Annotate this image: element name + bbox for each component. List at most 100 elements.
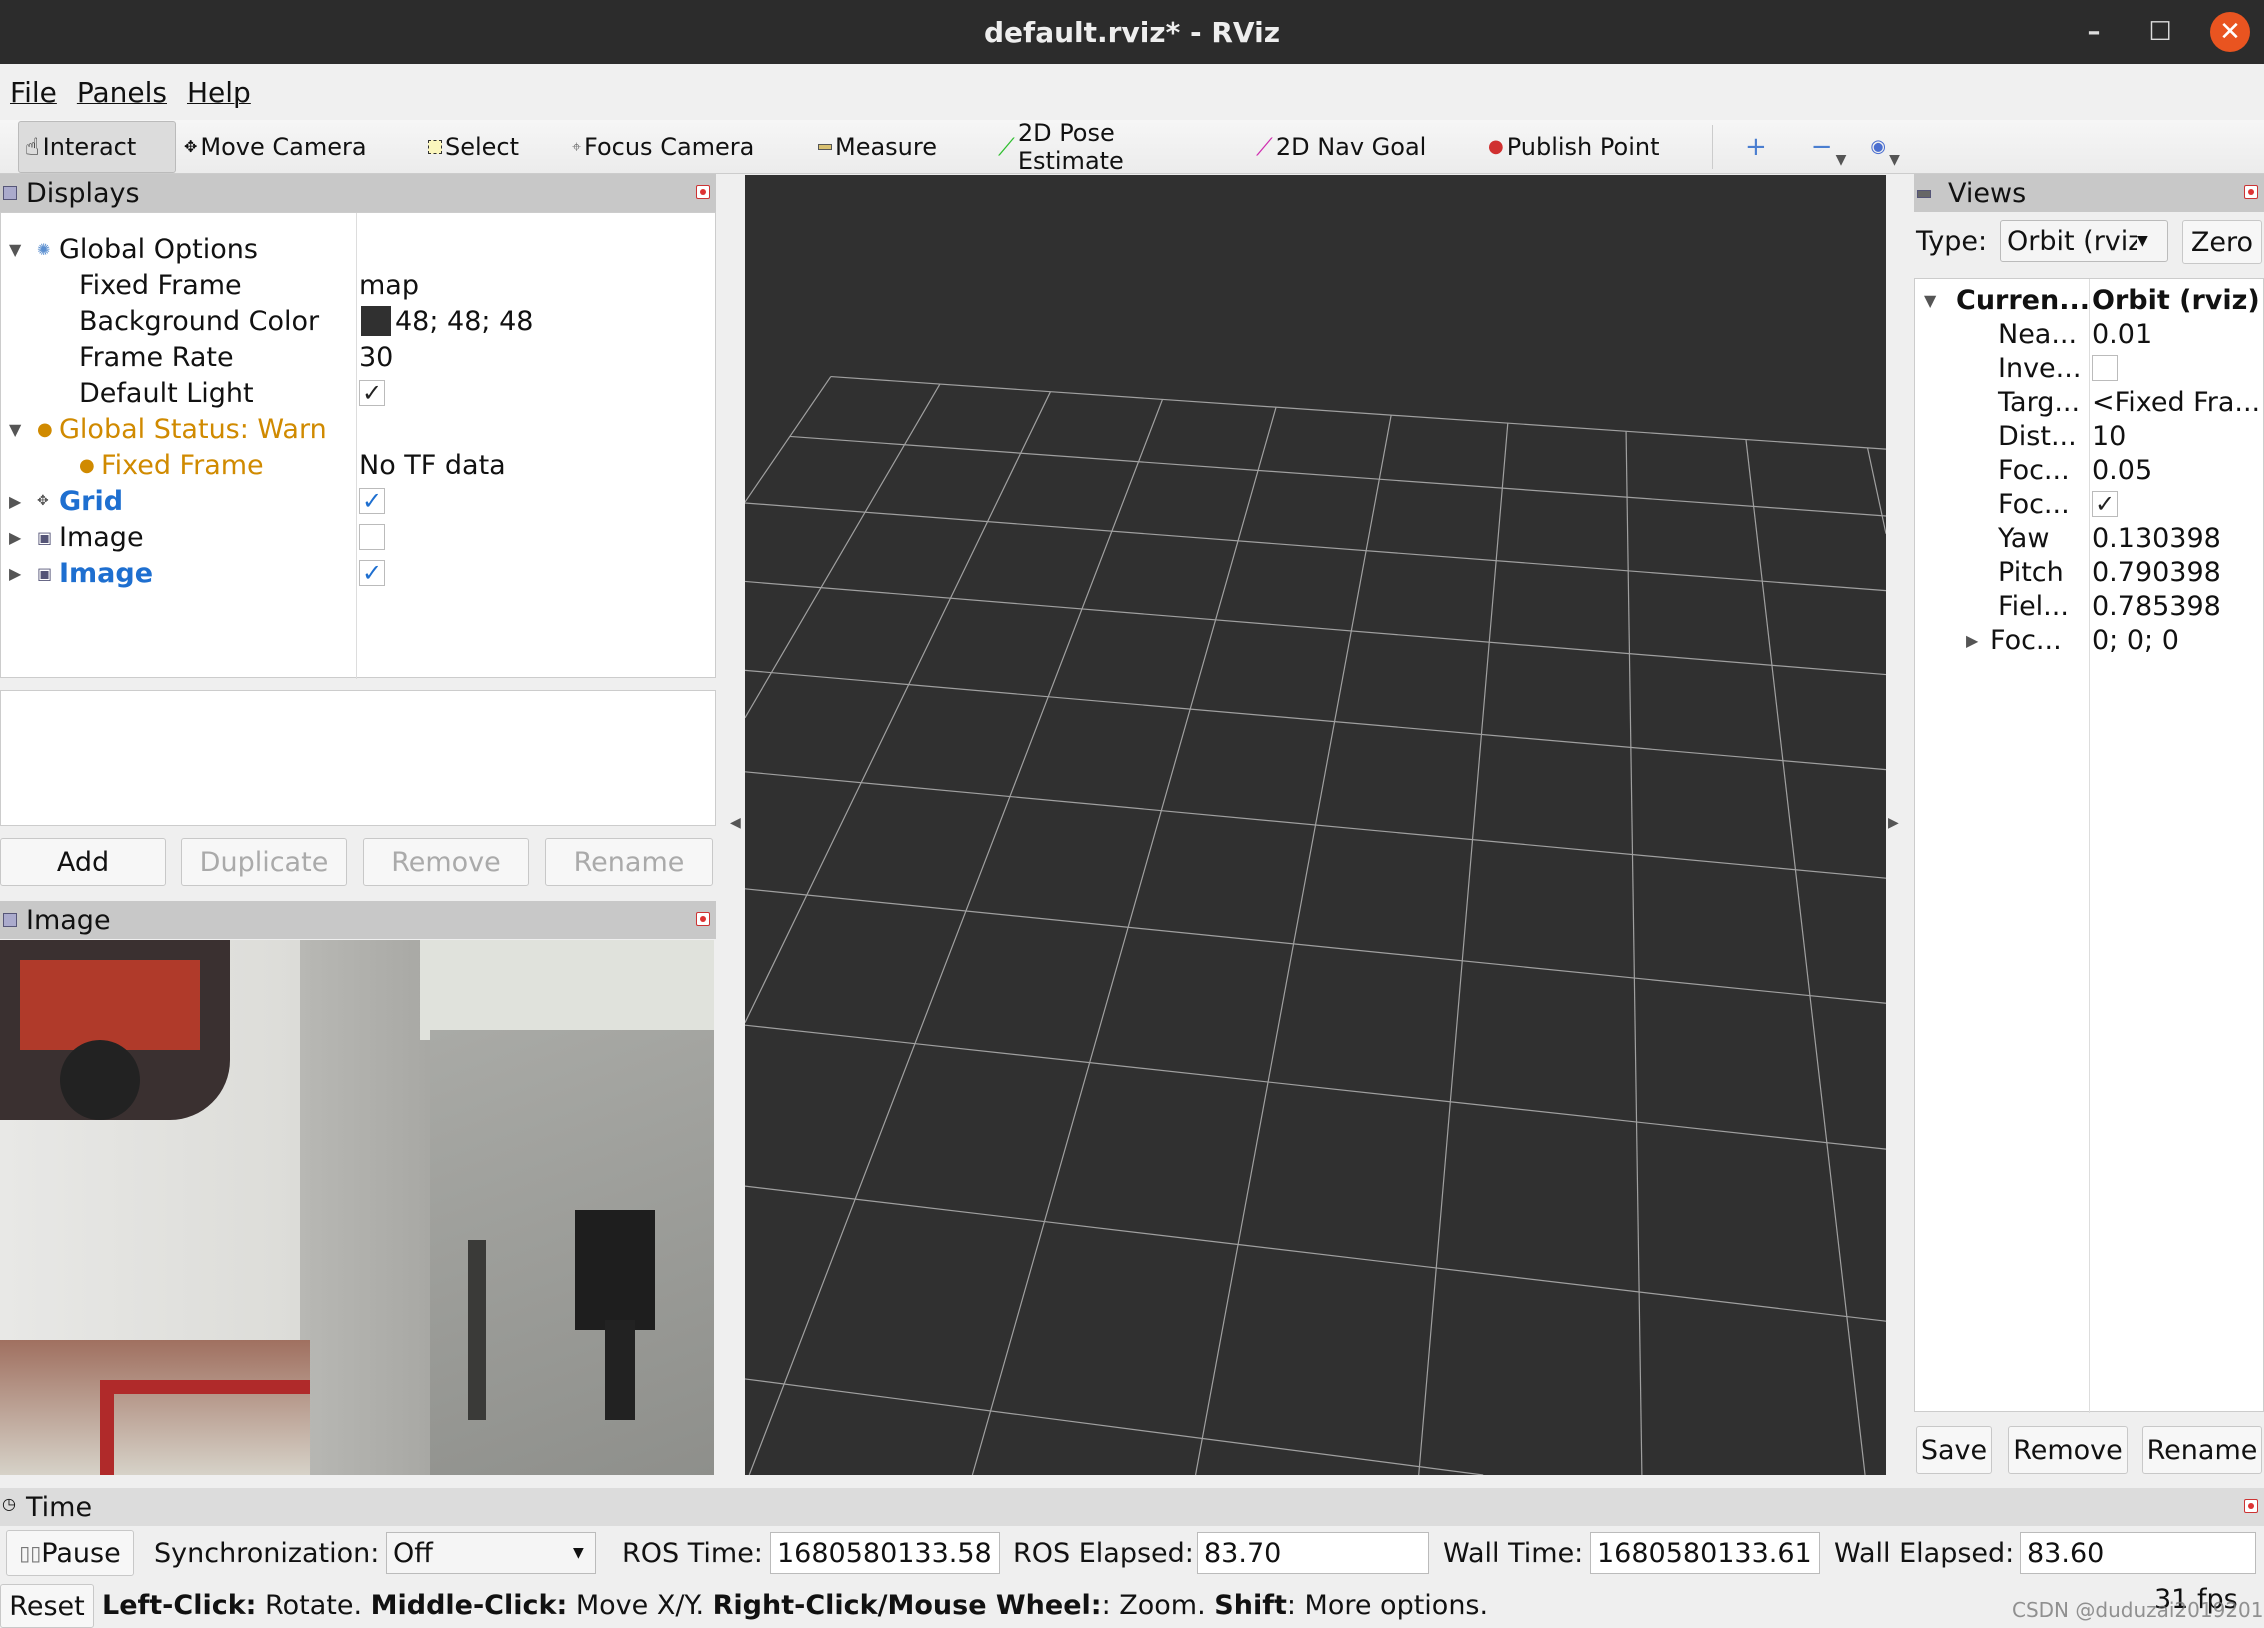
view-prop-value[interactable]: 0.01 bbox=[2092, 316, 2152, 352]
tool-focus-camera[interactable]: ⌖ Focus Camera bbox=[566, 121, 776, 173]
view-type-select[interactable]: Orbit (rviz)▼ bbox=[2000, 220, 2168, 262]
select-icon bbox=[428, 139, 442, 154]
grid-line bbox=[745, 383, 941, 719]
view-prop-value[interactable]: 0.790398 bbox=[2092, 554, 2221, 590]
wall-time-field[interactable]: 1680580133.61 bbox=[1590, 1532, 1820, 1574]
expand-arrow-icon[interactable]: ▶ bbox=[1966, 631, 1990, 650]
3d-viewport[interactable] bbox=[745, 175, 1886, 1475]
view-prop-checkbox[interactable] bbox=[2092, 355, 2118, 381]
tree-row-frame-rate[interactable]: Frame Rate bbox=[79, 339, 234, 375]
view-prop-row[interactable]: Targ... bbox=[1998, 384, 2080, 420]
view-prop-value[interactable]: 0.785398 bbox=[2092, 588, 2221, 624]
rename-view-button[interactable]: Rename bbox=[2142, 1426, 2262, 1474]
pause-button[interactable]: ▯▯ Pause bbox=[6, 1530, 134, 1576]
view-prop-row[interactable]: Fiel... bbox=[1998, 588, 2069, 624]
expand-arrow-icon[interactable]: ▼ bbox=[9, 420, 37, 439]
menu-help[interactable]: Help bbox=[187, 76, 251, 109]
duplicate-button[interactable]: Duplicate bbox=[181, 838, 347, 886]
view-prop-value[interactable]: ✓ bbox=[2092, 486, 2118, 522]
views-tree bbox=[1914, 278, 2264, 1413]
view-prop-row[interactable]: Foc... bbox=[1998, 486, 2070, 522]
view-prop-value[interactable]: 0.130398 bbox=[2092, 520, 2221, 556]
view-prop-row[interactable]: ▼ Curren... bbox=[1924, 282, 2090, 318]
wall-elapsed-label: Wall Elapsed: bbox=[1834, 1538, 2015, 1569]
expand-arrow-icon[interactable]: ▶ bbox=[9, 492, 37, 511]
expand-arrow-icon[interactable]: ▼ bbox=[1924, 291, 1956, 310]
maximize-button[interactable]: ☐ bbox=[2140, 12, 2180, 52]
view-prop-row[interactable]: Dist... bbox=[1998, 418, 2077, 454]
tool-measure[interactable]: Measure bbox=[812, 121, 972, 173]
displays-tree: ▼ ✺ Global Options Fixed Frame map Backgro… bbox=[0, 212, 716, 679]
view-prop-value[interactable] bbox=[2092, 350, 2118, 386]
tool-2d-nav-goal[interactable]: ⟋ 2D Nav Goal bbox=[1250, 121, 1450, 173]
collapse-right-arrow-icon[interactable]: ▶ bbox=[1888, 815, 1899, 831]
remove-display-button[interactable]: Remove bbox=[363, 838, 529, 886]
view-prop-row[interactable]: Foc... bbox=[1998, 452, 2070, 488]
add-tool-button[interactable]: + bbox=[1739, 121, 1773, 173]
title-bar: default.rviz* - RViz – ☐ ✕ bbox=[0, 0, 2264, 64]
background-color-value[interactable]: 48; 48; 48 bbox=[361, 303, 533, 339]
image-1-checkbox[interactable] bbox=[359, 524, 385, 550]
grid-line bbox=[745, 888, 1886, 1004]
ros-time-field[interactable]: 1680580133.58 bbox=[770, 1532, 1000, 1574]
chevron-down-icon: ▼ bbox=[1835, 151, 1847, 168]
tool-2d-pose-estimate[interactable]: ⟋ 2D Pose Estimate bbox=[992, 119, 1232, 175]
tool-visibility-button[interactable]: ◉ ▼ bbox=[1864, 121, 1906, 173]
rename-display-button[interactable]: Rename bbox=[545, 838, 713, 886]
view-prop-row[interactable]: Inve... bbox=[1998, 350, 2081, 386]
view-prop-value[interactable]: 0.05 bbox=[2092, 452, 2152, 488]
close-button[interactable]: ✕ bbox=[2210, 12, 2250, 52]
frame-rate-value[interactable]: 30 bbox=[359, 339, 393, 375]
view-prop-row[interactable]: ▶ Foc... bbox=[1966, 622, 2062, 658]
view-prop-value[interactable]: <Fixed Fra... bbox=[2092, 384, 2260, 420]
view-prop-row[interactable]: Yaw bbox=[1998, 520, 2049, 556]
default-light-checkbox[interactable]: ✓ bbox=[359, 379, 385, 407]
menu-file[interactable]: File bbox=[10, 76, 57, 109]
view-prop-checkbox[interactable]: ✓ bbox=[2092, 490, 2118, 518]
collapse-left-arrow-icon[interactable]: ◀ bbox=[730, 815, 741, 831]
minimize-button[interactable]: – bbox=[2074, 12, 2114, 52]
tree-row-grid[interactable]: ▶ ✥ Grid bbox=[9, 483, 123, 519]
toolbar-separator bbox=[1712, 124, 1713, 169]
tree-row-fixed-frame[interactable]: Fixed Frame bbox=[79, 267, 242, 303]
ros-elapsed-field[interactable]: 83.70 bbox=[1197, 1532, 1429, 1574]
view-prop-row[interactable]: Pitch bbox=[1998, 554, 2064, 590]
tool-move-camera[interactable]: ✥ Move Camera bbox=[178, 121, 400, 173]
tool-publish-point[interactable]: ● Publish Point bbox=[1482, 121, 1672, 173]
remove-view-button[interactable]: Remove bbox=[2008, 1426, 2128, 1474]
tree-row-image-2[interactable]: ▶ ▣ Image bbox=[9, 555, 153, 591]
view-prop-value[interactable]: Orbit (rviz) bbox=[2092, 282, 2260, 318]
wall-elapsed-field[interactable]: 83.60 bbox=[2020, 1532, 2256, 1574]
add-button[interactable]: Add bbox=[0, 838, 166, 886]
expand-arrow-icon[interactable]: ▼ bbox=[9, 240, 37, 259]
save-view-button[interactable]: Save bbox=[1916, 1426, 1992, 1474]
tool-interact[interactable]: ☝ Interact bbox=[18, 120, 176, 173]
expand-arrow-icon[interactable]: ▶ bbox=[9, 528, 37, 547]
zero-button[interactable]: Zero bbox=[2182, 220, 2262, 264]
tree-row-fixed-frame-status[interactable]: ● Fixed Frame bbox=[79, 447, 264, 483]
close-panel-button[interactable] bbox=[2244, 1499, 2258, 1513]
close-panel-button[interactable] bbox=[2244, 185, 2258, 199]
close-panel-button[interactable] bbox=[696, 912, 710, 926]
view-prop-value[interactable]: 10 bbox=[2092, 418, 2126, 454]
tree-row-global-options[interactable]: ▼ ✺ Global Options bbox=[9, 231, 258, 267]
image-2-checkbox[interactable]: ✓ bbox=[359, 559, 385, 587]
image-icon: ▣ bbox=[37, 563, 53, 583]
color-swatch[interactable] bbox=[361, 306, 391, 336]
sync-select[interactable]: Off ▼ bbox=[386, 1532, 596, 1574]
remove-tool-button[interactable]: − ▼ bbox=[1805, 121, 1853, 173]
expand-arrow-icon[interactable]: ▶ bbox=[9, 564, 37, 583]
tool-select[interactable]: Select bbox=[422, 121, 536, 173]
tree-row-default-light[interactable]: Default Light bbox=[79, 375, 254, 411]
camera-icon bbox=[1917, 190, 1931, 198]
tree-row-global-status[interactable]: ▼ ● Global Status: Warn bbox=[9, 411, 327, 447]
view-prop-value[interactable]: 0; 0; 0 bbox=[2092, 622, 2179, 658]
view-prop-row[interactable]: Nea... bbox=[1998, 316, 2077, 352]
menu-panels[interactable]: Panels bbox=[77, 76, 167, 109]
tree-row-image-1[interactable]: ▶ ▣ Image bbox=[9, 519, 144, 555]
grid-checkbox[interactable]: ✓ bbox=[359, 487, 385, 515]
reset-button[interactable]: Reset bbox=[0, 1584, 94, 1628]
tree-row-background-color[interactable]: Background Color bbox=[79, 303, 319, 339]
close-panel-button[interactable] bbox=[696, 185, 710, 199]
fixed-frame-value[interactable]: map bbox=[359, 267, 419, 303]
